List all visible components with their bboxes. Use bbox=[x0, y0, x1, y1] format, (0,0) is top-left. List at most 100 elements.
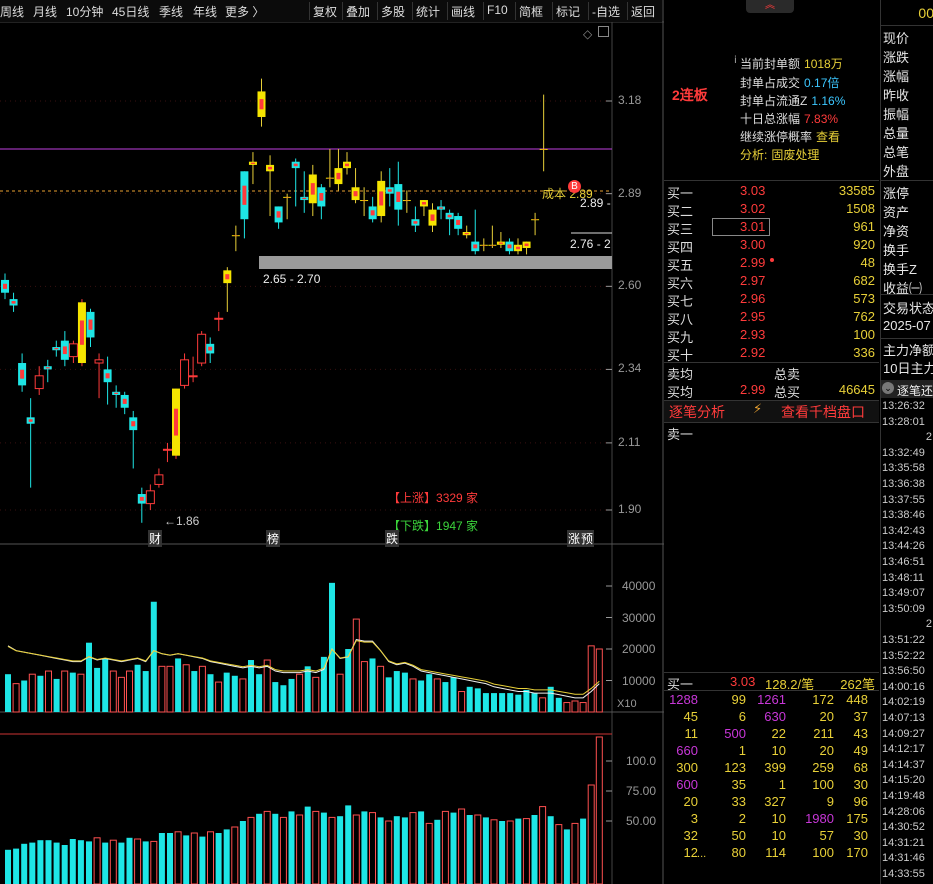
toolbar-btn-0[interactable]: 复权 bbox=[313, 3, 337, 20]
indicator-bar bbox=[158, 833, 165, 884]
bid-level-volume: 920 bbox=[853, 237, 875, 252]
indicator-bar bbox=[126, 837, 133, 884]
bid-level-label: 买九 bbox=[667, 330, 694, 345]
bid-level-price[interactable]: 3.00 bbox=[740, 237, 765, 252]
volume-axis-label: 20000 bbox=[622, 642, 656, 656]
bid-detail-cell: 12 bbox=[683, 845, 698, 860]
bid-level-price[interactable]: 2.96 bbox=[740, 291, 765, 306]
info-label-16: 2025-07 bbox=[883, 318, 931, 333]
indicator-bar bbox=[482, 817, 489, 884]
toolbar-btn-5[interactable]: F10 bbox=[487, 3, 508, 17]
volume-bar bbox=[239, 678, 247, 713]
volume-bar bbox=[515, 694, 522, 712]
volume-bar bbox=[126, 670, 133, 713]
volume-bar bbox=[94, 667, 101, 712]
collapse-chevron-icon[interactable]: ︽ bbox=[746, 0, 794, 13]
indicator-bar bbox=[272, 813, 279, 884]
tick-time: 13:44:26 bbox=[882, 540, 925, 553]
bid-level-price[interactable]: 2.95 bbox=[740, 309, 765, 324]
candle-body bbox=[154, 474, 164, 485]
chart-event-marker[interactable]: 跌 bbox=[385, 530, 400, 547]
chart-event-marker[interactable]: 预 bbox=[580, 530, 595, 547]
stock-code: 00 bbox=[918, 5, 933, 21]
chart-event-marker[interactable]: 涨 bbox=[567, 530, 582, 547]
price-flag-1: 2.89 - bbox=[580, 196, 611, 210]
kline-chart[interactable] bbox=[0, 0, 664, 884]
chart-event-marker[interactable]: 财 bbox=[148, 530, 163, 547]
bid-detail-cell: 30 bbox=[853, 828, 868, 843]
toolbar-btn-2[interactable]: 多股 bbox=[381, 3, 405, 20]
indicator-bar bbox=[393, 816, 400, 884]
toolbar-btn-9[interactable]: 返回 bbox=[631, 3, 655, 20]
toolbar-item-4[interactable]: 季线 bbox=[159, 3, 183, 20]
toolbar-item-5[interactable]: 年线 bbox=[193, 3, 217, 20]
toolbar-item-3[interactable]: 45日线 bbox=[112, 3, 149, 20]
stock-field-value: 0.17倍 bbox=[804, 76, 840, 90]
bid-level-volume: 961 bbox=[853, 219, 875, 234]
tab-tick-analysis[interactable]: 逐笔分析 bbox=[669, 402, 725, 422]
toolbar-item-2[interactable]: 10分钟 bbox=[66, 3, 103, 20]
info-label-5: 总量 bbox=[883, 126, 910, 141]
volume-bar bbox=[272, 682, 279, 712]
volume-bar bbox=[53, 678, 60, 712]
buy-marker-icon[interactable]: B bbox=[568, 180, 581, 193]
stock-field-4[interactable]: 继续涨停概率 查看 bbox=[740, 128, 840, 145]
bid-detail-cell: 50 bbox=[731, 828, 746, 843]
expand-icon[interactable]: ⌄ bbox=[882, 382, 894, 394]
volume-bar bbox=[134, 664, 141, 712]
bid-level-price[interactable]: 2.92 bbox=[740, 345, 765, 360]
toolbar-item-1[interactable]: 月线 bbox=[33, 3, 57, 20]
toolbar-btn-6[interactable]: 简框 bbox=[519, 3, 543, 20]
stock-field-label: 封单占流通Z bbox=[740, 94, 808, 108]
quote-panel: ︽ 2连板 当前封单额 1018万 封单占成交 0.17倍 封单占流通Z 1.16% 十日总… bbox=[664, 0, 879, 884]
indicator-bar bbox=[142, 841, 149, 884]
window-toggle-icon[interactable] bbox=[598, 26, 609, 37]
toolbar-btn-7[interactable]: 标记 bbox=[556, 3, 580, 20]
bid-level-price[interactable]: 2.93 bbox=[740, 327, 765, 342]
volume-bar bbox=[555, 697, 562, 712]
toolbar-divider bbox=[627, 2, 628, 20]
total-buy-value: 46645 bbox=[838, 382, 875, 397]
indicator-bar bbox=[539, 806, 547, 884]
volume-bar bbox=[523, 689, 530, 712]
bid-detail-cell: 399 bbox=[764, 760, 786, 775]
indicator-bar bbox=[587, 784, 595, 884]
volume-bar bbox=[329, 582, 335, 712]
bid-level-price[interactable]: 2.97 bbox=[740, 273, 765, 288]
bid-level-price[interactable]: 3.02 bbox=[740, 201, 765, 216]
indicator-bar bbox=[288, 811, 295, 884]
tab-view-depth[interactable]: 查看千档盘口 bbox=[781, 402, 865, 422]
toolbar-divider bbox=[483, 2, 484, 20]
tick-time: 14:28:06 bbox=[882, 805, 925, 818]
toolbar-btn-8[interactable]: -自选 bbox=[592, 3, 620, 20]
indicator-bar bbox=[595, 736, 603, 884]
toolbar-divider bbox=[588, 2, 589, 20]
volume-bar bbox=[393, 671, 400, 712]
bid-level-price[interactable]: 3.03 bbox=[740, 183, 765, 198]
toolbar-btn-4[interactable]: 画线 bbox=[451, 3, 475, 20]
trade-tab[interactable]: 逐笔还 bbox=[897, 382, 933, 399]
total-buy-label: 总买 bbox=[774, 385, 801, 400]
bid-level-label: 买五 bbox=[667, 258, 694, 273]
toolbar-item-0[interactable]: 周线 bbox=[0, 3, 24, 20]
chart-event-marker[interactable]: 榜 bbox=[266, 530, 281, 547]
bid-level-price[interactable]: 2.99 bbox=[740, 255, 765, 270]
toolbar-btn-1[interactable]: 叠加 bbox=[346, 3, 370, 20]
indicator-bar bbox=[345, 805, 352, 884]
diamond-icon[interactable]: ◇ bbox=[583, 27, 592, 41]
toolbar-item-6[interactable]: 更多 〉 bbox=[225, 3, 264, 20]
volume-bar bbox=[207, 674, 214, 712]
volume-bar bbox=[433, 678, 441, 713]
volume-bar bbox=[28, 673, 36, 713]
limit-up-tag: 2连板 bbox=[672, 87, 708, 103]
tick-time: 14:14:37 bbox=[882, 758, 925, 771]
toolbar-btn-3[interactable]: 统计 bbox=[416, 3, 440, 20]
indicator-bar bbox=[352, 814, 360, 884]
volume-bar bbox=[426, 674, 433, 712]
bid-detail-cell: 123 bbox=[724, 760, 746, 775]
stock-field-5[interactable]: 分析: 固废处理 bbox=[740, 146, 819, 163]
candle-body bbox=[145, 490, 155, 505]
stock-field-value[interactable]: 查看 bbox=[816, 130, 840, 144]
toolbar-divider bbox=[447, 2, 448, 20]
info-label-17: 主力净额 bbox=[883, 343, 933, 358]
